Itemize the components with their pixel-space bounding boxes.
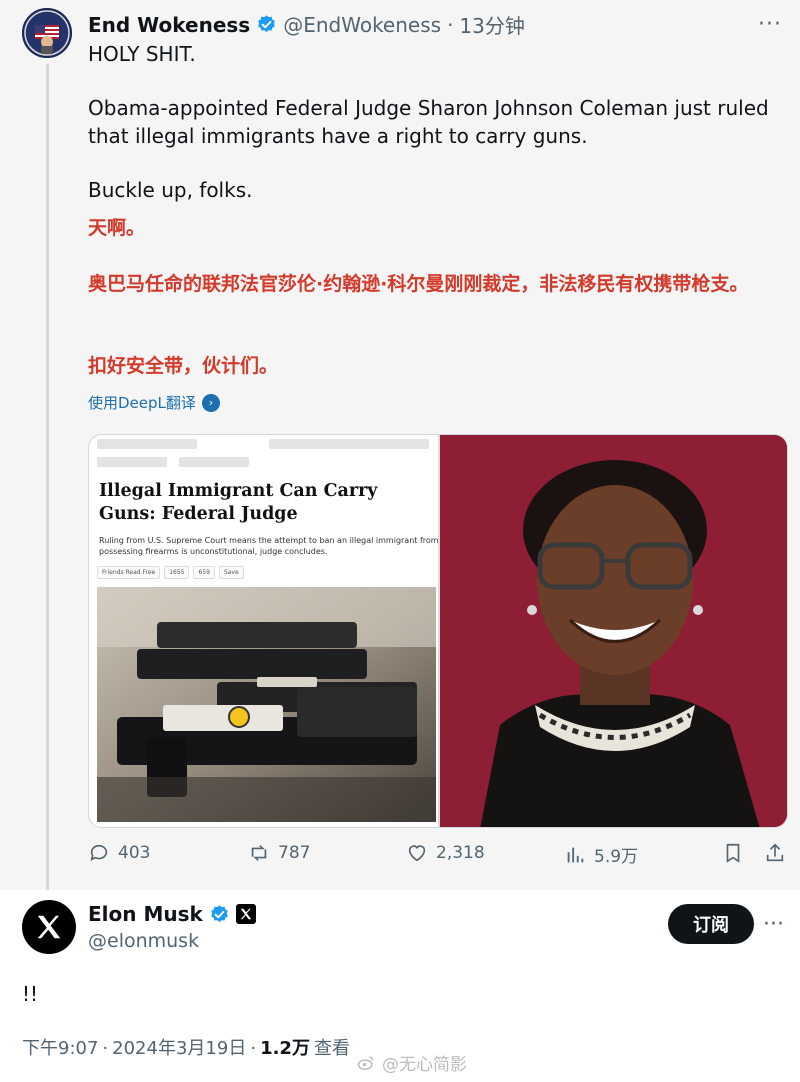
- dot-separator: ·: [250, 1038, 257, 1059]
- reply-views-count: 1.2万: [260, 1038, 310, 1059]
- blurred-text: [97, 439, 197, 449]
- tweet-timestamp[interactable]: 13分钟: [459, 10, 524, 39]
- watermark-text: @无心简影: [382, 1055, 467, 1075]
- translate-link-label: 使用DeepL翻译: [88, 394, 196, 412]
- reply-views-label: 查看: [313, 1038, 350, 1059]
- bookmark-icon: [726, 843, 740, 863]
- elon-avatar[interactable]: [22, 900, 76, 954]
- share-icon: [766, 843, 784, 862]
- handguns-photo: [97, 587, 436, 822]
- tweet-action-bar: 403 787 2,318 5.9万: [88, 842, 788, 872]
- verified-badge-icon: [211, 904, 228, 922]
- retweet-icon: [251, 845, 267, 861]
- reply-tweet[interactable]: Elon Musk @elonmusk 订阅 ··· !! 下午9:07 · 2…: [0, 890, 800, 1082]
- weibo-logo-icon: [357, 1055, 374, 1070]
- article-screenshot-image[interactable]: Illegal Immigrant Can Carry Guns: Federa…: [89, 435, 439, 827]
- more-options-icon[interactable]: ···: [763, 912, 784, 937]
- patriot-avatar-icon: [22, 8, 72, 58]
- like-button[interactable]: 2,318: [406, 842, 485, 864]
- article-toolbar: Friends Read Free 1655 659 Save: [97, 566, 244, 579]
- reply-meta: 下午9:07 · 2024年3月19日 · 1.2万 查看: [22, 1034, 350, 1060]
- translation-line-2: 奥巴马任命的联邦法官莎伦·约翰逊·科尔曼刚刚裁定，非法移民有权携带枪支。: [88, 273, 749, 295]
- x-logo-icon: [37, 915, 61, 939]
- retweet-button[interactable]: 787: [248, 842, 310, 864]
- tweet-text-line-2: Obama-appointed Federal Judge Sharon Joh…: [88, 96, 769, 148]
- blurred-text: [97, 457, 167, 467]
- deepl-icon: ›: [201, 393, 220, 412]
- handguns-illustration: [97, 587, 436, 822]
- judge-portrait-illustration: [440, 435, 787, 827]
- tweet-text-line-3: Buckle up, folks.: [88, 178, 253, 202]
- share-button[interactable]: [764, 842, 786, 864]
- views-button[interactable]: 5.9万: [564, 842, 638, 867]
- blurred-text: [269, 439, 429, 449]
- reply-text: !!: [22, 982, 39, 1006]
- verified-badge-icon: [258, 15, 276, 32]
- tweet-text-line-1: HOLY SHIT.: [88, 42, 196, 66]
- weibo-watermark: @无心简影: [356, 1050, 467, 1075]
- translation-line-1: 天啊。: [88, 217, 146, 239]
- reply-author-handle[interactable]: @elonmusk: [88, 930, 199, 952]
- analytics-icon: [567, 847, 584, 862]
- tweet-media[interactable]: Illegal Immigrant Can Carry Guns: Federa…: [88, 434, 788, 828]
- reply-button[interactable]: 403: [88, 842, 150, 864]
- dot-separator: ·: [447, 12, 454, 37]
- article-subheadline: Ruling from U.S. Supreme Court means the…: [99, 536, 439, 556]
- views-count: 5.9万: [594, 847, 639, 867]
- dot-separator: ·: [102, 1038, 109, 1059]
- heart-icon: [408, 845, 426, 862]
- author-name[interactable]: End Wokeness: [88, 13, 250, 37]
- reply-count: 403: [118, 843, 151, 863]
- translation-line-3: 扣好安全带，伙计们。: [88, 355, 279, 377]
- more-options-icon[interactable]: ···: [758, 12, 782, 37]
- article-chip: Save: [218, 566, 244, 579]
- like-count: 2,318: [436, 843, 485, 863]
- thread-connector-line: [46, 64, 49, 890]
- reply-icon: [90, 844, 108, 861]
- retweet-count: 787: [278, 843, 311, 863]
- reply-date[interactable]: 2024年3月19日: [112, 1034, 246, 1060]
- article-headline: Illegal Immigrant Can Carry Guns: Federa…: [99, 481, 378, 524]
- translate-with-deepl-link[interactable]: 使用DeepL翻译 ›: [88, 392, 220, 413]
- author-handle[interactable]: @EndWokeness: [283, 13, 441, 37]
- article-chip: Friends Read Free: [97, 566, 161, 579]
- reply-author-name[interactable]: Elon Musk: [88, 902, 203, 926]
- author-avatar[interactable]: [22, 8, 72, 58]
- judge-portrait-image[interactable]: [440, 435, 787, 827]
- subscribe-button[interactable]: 订阅: [668, 904, 754, 944]
- article-chip: 659: [193, 566, 215, 579]
- bookmark-button[interactable]: [722, 842, 744, 864]
- reply-time[interactable]: 下午9:07: [22, 1034, 98, 1060]
- blurred-text: [179, 457, 249, 467]
- original-tweet[interactable]: End Wokeness @EndWokeness · 13分钟 ··· HOL…: [0, 0, 800, 890]
- affiliation-x-badge-icon: [235, 904, 256, 924]
- article-chip: 1655: [164, 566, 190, 579]
